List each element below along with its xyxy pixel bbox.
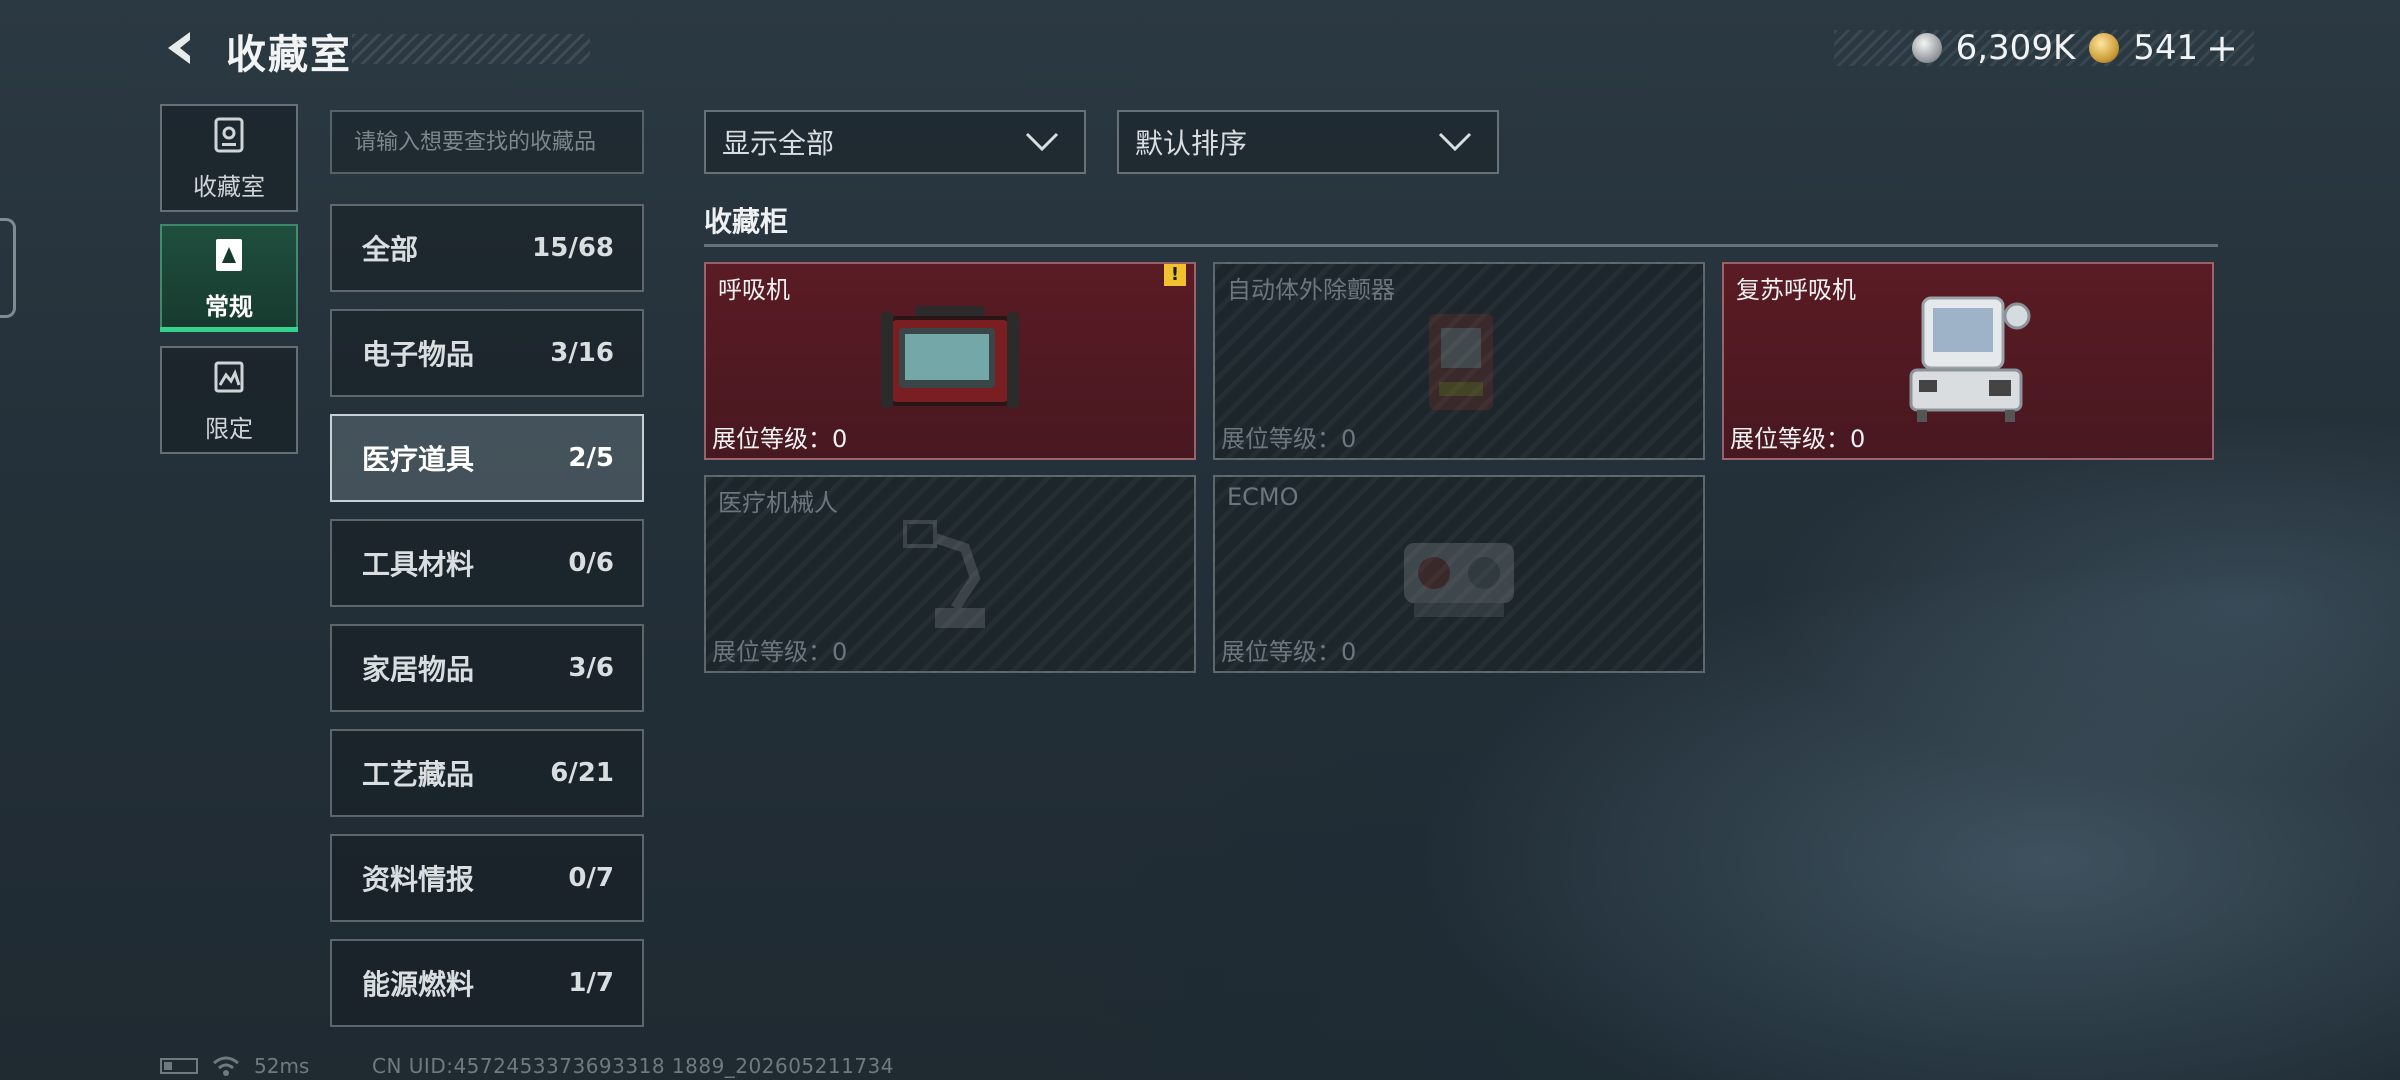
- item-name: 呼吸机: [718, 276, 790, 304]
- defibrillator-image: [1379, 290, 1539, 430]
- warning-icon: !: [1164, 264, 1186, 286]
- add-currency-button[interactable]: +: [2206, 26, 2238, 70]
- category-household[interactable]: 家居物品 3/6: [330, 624, 644, 712]
- category-intel[interactable]: 资料情报 0/7: [330, 834, 644, 922]
- silver-coin-icon: [1911, 33, 1942, 63]
- category-name: 能源燃料: [362, 968, 475, 1001]
- battery-icon: [160, 1058, 198, 1074]
- booth-level-label: 展位等级：: [1730, 425, 1850, 453]
- limited-icon: [214, 361, 244, 392]
- status-bar: 52ms: [160, 1054, 309, 1078]
- category-energy[interactable]: 能源燃料 1/7: [330, 939, 644, 1027]
- category-tools[interactable]: 工具材料 0/6: [330, 519, 644, 607]
- title-decoration: [352, 34, 590, 64]
- booth-level: 展位等级：0: [1221, 419, 1356, 454]
- resuscitation-ventilator-image: [1888, 290, 2048, 430]
- back-button[interactable]: [156, 24, 204, 72]
- display-filter-value: 显示全部: [722, 127, 835, 160]
- booth-level-value: 0: [1341, 638, 1357, 666]
- category-count: 15/68: [532, 233, 614, 263]
- booth-level-value: 0: [832, 425, 848, 453]
- category-name: 家居物品: [362, 653, 475, 686]
- ventilator-image: [870, 290, 1030, 430]
- back-arrow-icon: [168, 32, 190, 64]
- category-medical[interactable]: 医疗道具 2/5: [330, 414, 644, 502]
- category-count: 6/21: [550, 758, 614, 788]
- booth-level-value: 0: [832, 638, 848, 666]
- category-name: 全部: [362, 233, 419, 266]
- booth-level: 展位等级：0: [712, 419, 847, 454]
- booth-level-label: 展位等级：: [712, 638, 832, 666]
- side-drawer-handle[interactable]: [0, 218, 16, 318]
- booth-level-label: 展位等级：: [712, 425, 832, 453]
- category-count: 2/5: [568, 443, 614, 473]
- booth-level: 展位等级：0: [712, 632, 847, 667]
- category-electronics[interactable]: 电子物品 3/16: [330, 309, 644, 397]
- collection-card-ecmo[interactable]: ECMO 展位等级：0: [1213, 475, 1705, 673]
- gold-coin-icon: [2089, 33, 2120, 63]
- search-box: [330, 110, 644, 174]
- category-count: 3/6: [568, 653, 614, 683]
- nav-item-collection-room[interactable]: 收藏室: [160, 104, 298, 212]
- card-icon: [216, 238, 242, 271]
- ping-value: 52ms: [254, 1054, 310, 1078]
- category-name: 电子物品: [362, 338, 475, 371]
- sort-dropdown[interactable]: 默认排序: [1117, 110, 1499, 174]
- currency-bar: 6,309K 541 +: [1834, 26, 2254, 70]
- page-title: 收藏室: [226, 32, 352, 78]
- chevron-down-icon: [1025, 132, 1059, 152]
- booth-level-value: 0: [1850, 425, 1866, 453]
- sort-value: 默认排序: [1135, 127, 1248, 160]
- collection-card-medical-robot[interactable]: 医疗机械人 展位等级：0: [704, 475, 1196, 673]
- category-name: 工具材料: [362, 548, 475, 581]
- category-count: 0/6: [568, 548, 614, 578]
- wifi-icon: [213, 1056, 239, 1076]
- nav-label: 收藏室: [193, 172, 265, 201]
- silver-currency-value: 6,309K: [1955, 28, 2076, 68]
- category-count: 1/7: [568, 968, 614, 998]
- cabinet-title: 收藏柜: [704, 205, 789, 238]
- category-name: 资料情报: [362, 863, 475, 896]
- chevron-down-icon: [1438, 132, 1472, 152]
- category-name: 工艺藏品: [362, 758, 475, 791]
- category-count: 3/16: [550, 338, 614, 368]
- category-crafts[interactable]: 工艺藏品 6/21: [330, 729, 644, 817]
- ecmo-image: [1379, 503, 1539, 643]
- booth-level: 展位等级：0: [1221, 632, 1356, 667]
- item-name: 自动体外除颤器: [1227, 276, 1395, 304]
- category-count: 0/7: [568, 863, 614, 893]
- nav-label: 限定: [205, 414, 253, 443]
- booth-level-value: 0: [1341, 425, 1357, 453]
- user-uid: CN UID:4572453373693318 1889_20260521173…: [372, 1054, 895, 1078]
- medical-robot-image: [870, 503, 1030, 643]
- cabinet-divider: [704, 244, 2218, 247]
- item-name: ECMO: [1227, 483, 1299, 511]
- collection-card-aed[interactable]: 自动体外除颤器 展位等级：0: [1213, 262, 1705, 460]
- item-name: 复苏呼吸机: [1736, 276, 1856, 304]
- nav-active-indicator: [160, 327, 298, 332]
- booth-level: 展位等级：0: [1730, 419, 1865, 454]
- search-input[interactable]: [332, 112, 642, 172]
- cabinet-icon: [214, 117, 244, 152]
- nav-label: 常规: [205, 292, 253, 321]
- item-name: 医疗机械人: [718, 489, 838, 517]
- booth-level-label: 展位等级：: [1221, 425, 1341, 453]
- category-all[interactable]: 全部 15/68: [330, 204, 644, 292]
- nav-item-limited[interactable]: 限定: [160, 346, 298, 454]
- category-name: 医疗道具: [362, 443, 475, 476]
- display-filter-dropdown[interactable]: 显示全部: [704, 110, 1086, 174]
- gold-currency-value: 541: [2133, 28, 2199, 68]
- nav-item-regular[interactable]: 常规: [160, 224, 298, 332]
- collection-card-ventilator[interactable]: 呼吸机 ! 展位等级：0: [704, 262, 1196, 460]
- booth-level-label: 展位等级：: [1221, 638, 1341, 666]
- collection-card-resuscitation-ventilator[interactable]: 复苏呼吸机 展位等级：0: [1722, 262, 2214, 460]
